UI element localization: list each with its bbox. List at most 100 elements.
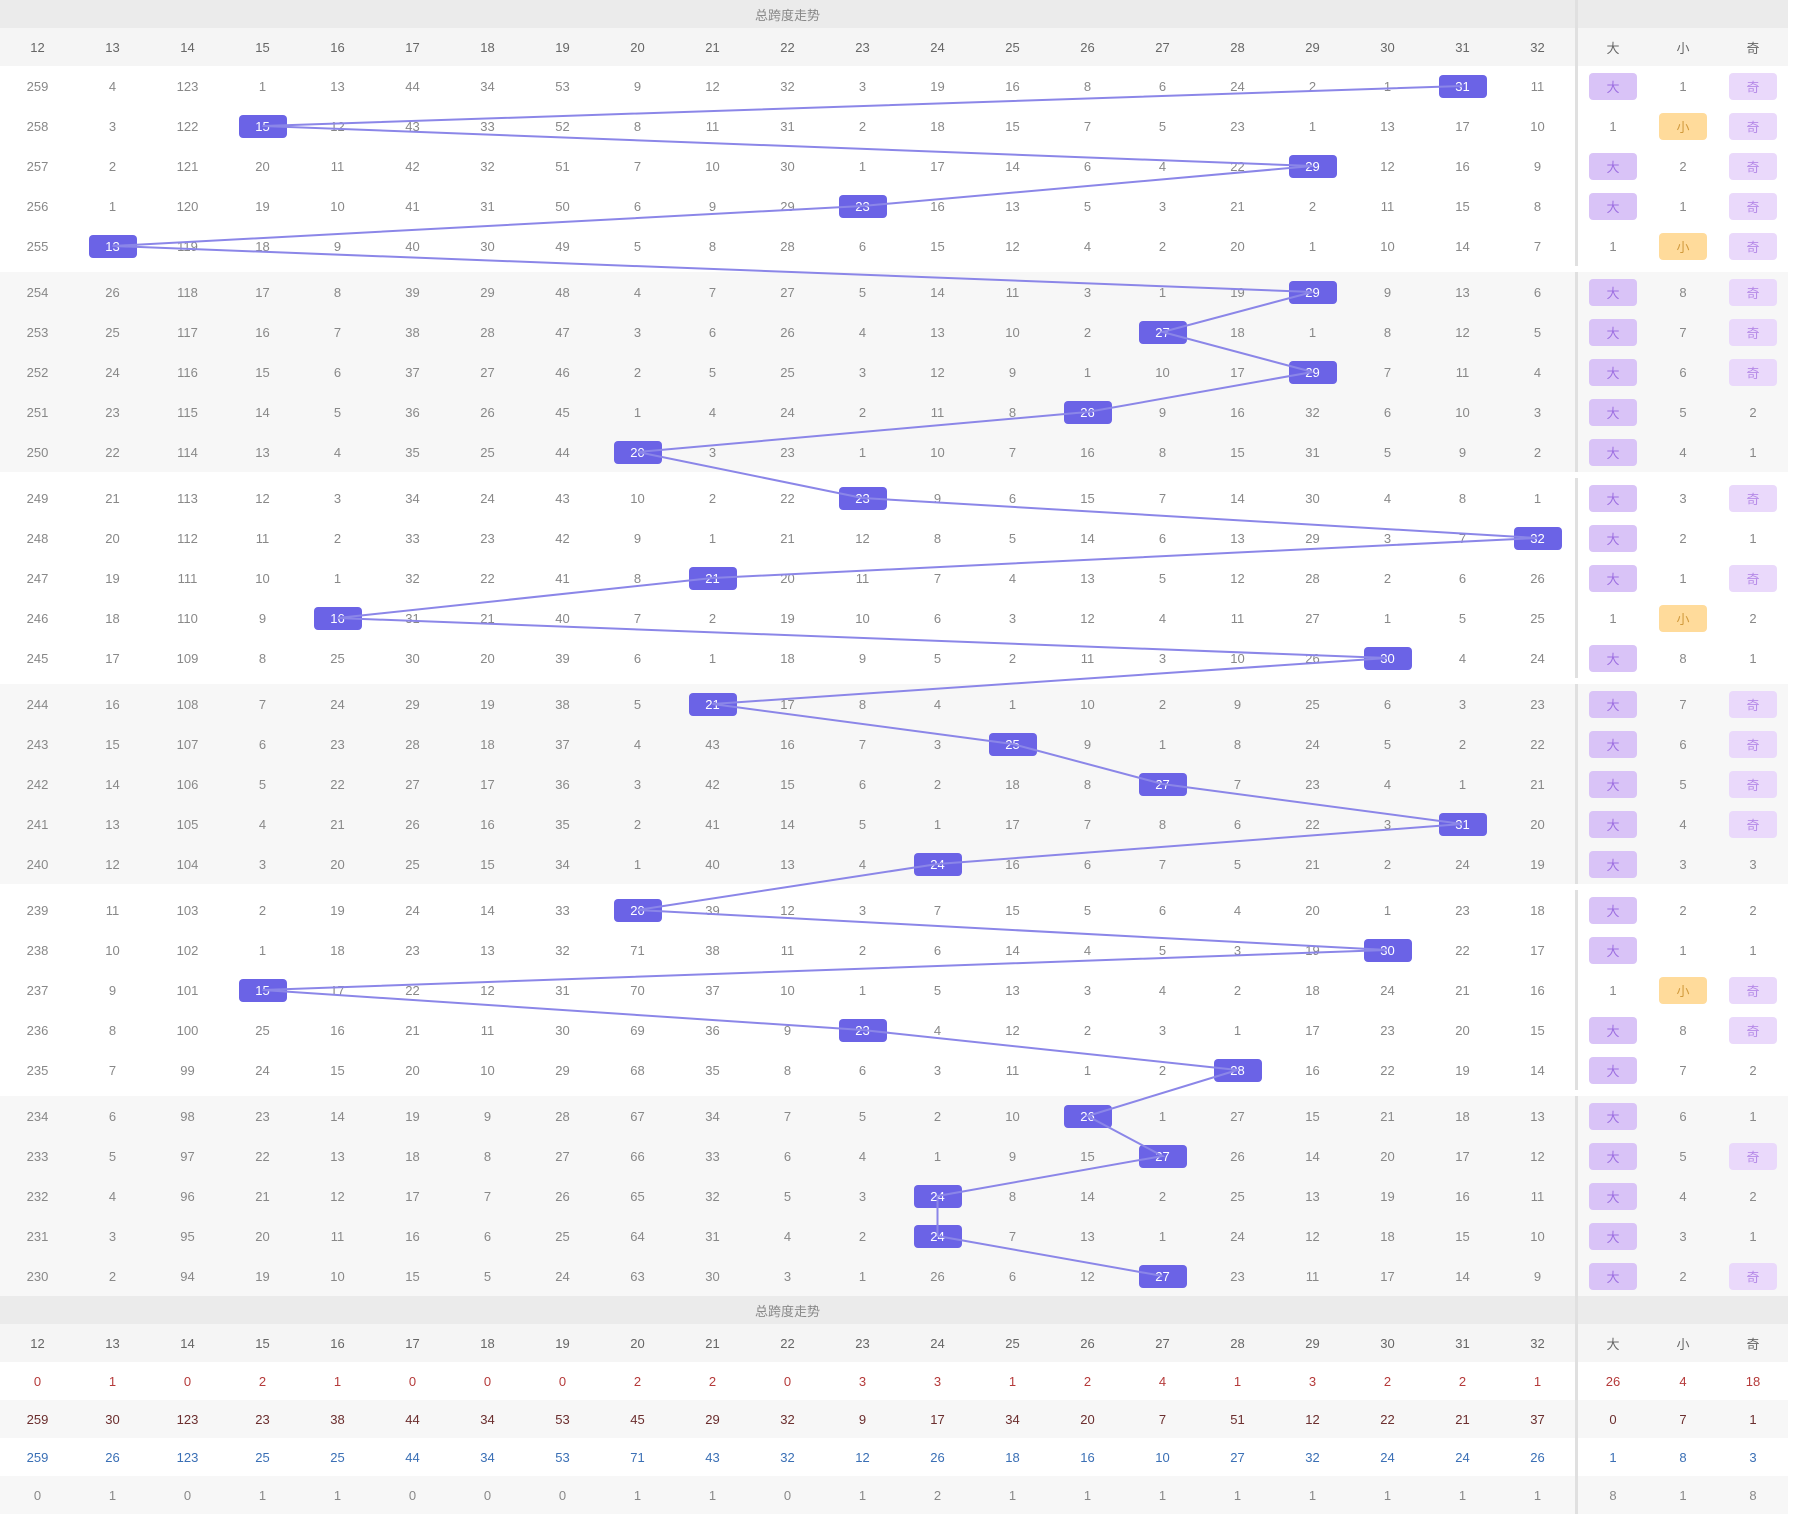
trend-cell: 116 [150,352,225,392]
trend-cell: 24 [225,1050,300,1090]
trend-cell: 20 [600,890,675,930]
trend-cell: 10 [750,970,825,1010]
indicator-cell: 2 [1648,146,1718,186]
trend-cell: 10 [975,1096,1050,1136]
trend-cell: 13 [1050,558,1125,598]
trend-cell: 13 [1050,1216,1125,1256]
trend-cell: 1 [225,930,300,970]
trend-cell: 2 [675,478,750,518]
trend-cell: 24 [450,478,525,518]
trend-cell: 24 [525,1256,600,1296]
trend-cell: 21 [375,1010,450,1050]
trend-cell: 21 [1275,844,1350,884]
col-header: 27 [1125,1324,1200,1362]
trend-cell: 45 [525,392,600,432]
trend-cell: 8 [75,1010,150,1050]
trend-cell: 1 [825,1256,900,1296]
stat-cell: 1 [1275,1476,1350,1514]
trend-cell: 10 [450,1050,525,1090]
trend-cell: 5 [825,804,900,844]
trend-cell: 9 [75,970,150,1010]
trend-cell: 1 [975,684,1050,724]
trend-cell: 1 [1275,106,1350,146]
trend-cell: 1 [1200,1010,1275,1050]
trend-cell: 33 [675,1136,750,1176]
trend-cell: 6 [1125,890,1200,930]
col-header: 20 [600,28,675,66]
trend-cell: 25 [975,724,1050,764]
trend-cell: 6 [900,598,975,638]
indicator-cell: 1 [1718,1216,1788,1256]
trend-cell: 24 [1350,970,1425,1010]
trend-cell: 6 [1500,272,1575,312]
trend-cell: 22 [75,432,150,472]
indicator-cell: 大 [1575,352,1648,392]
trend-cell: 15 [75,724,150,764]
trend-cell: 114 [150,432,225,472]
stat-cell: 2 [675,1362,750,1400]
trend-cell: 240 [0,844,75,884]
indicator-hit: 奇 [1729,319,1777,346]
col-header: 29 [1275,28,1350,66]
trend-cell: 7 [900,890,975,930]
indicator-cell: 5 [1648,392,1718,432]
col-header: 26 [1050,28,1125,66]
col-header: 14 [150,1324,225,1362]
stat-cell: 2 [1350,1362,1425,1400]
trend-cell: 7 [300,312,375,352]
indicator-cell: 6 [1648,1096,1718,1136]
indicator-cell: 奇 [1718,764,1788,804]
trend-cell: 6 [600,638,675,678]
chart-scroll[interactable]: 总跨度走势12131415161718192021222324252627282… [0,0,1797,1514]
trend-cell: 43 [375,106,450,146]
trend-cell: 17 [1425,106,1500,146]
indicator-hit: 奇 [1729,1017,1777,1044]
trend-hit: 26 [1064,1105,1112,1128]
col-header: 30 [1350,28,1425,66]
trend-cell: 29 [750,186,825,226]
trend-cell: 19 [750,598,825,638]
trend-cell: 115 [150,392,225,432]
trend-cell: 16 [375,1216,450,1256]
trend-cell: 6 [975,478,1050,518]
trend-cell: 29 [1275,518,1350,558]
stat-cell: 1 [675,1476,750,1514]
indicator-hit: 大 [1589,565,1637,592]
trend-cell: 28 [450,312,525,352]
trend-cell: 4 [1050,930,1125,970]
indicator-cell: 1 [1648,66,1718,106]
trend-cell: 9 [900,478,975,518]
trend-cell: 19 [75,558,150,598]
stat-cell: 10 [1125,1438,1200,1476]
trend-cell: 12 [750,890,825,930]
trend-cell: 9 [675,186,750,226]
trend-cell: 13 [1275,1176,1350,1216]
trend-cell: 25 [75,312,150,352]
indicator-header: 大 [1575,1324,1648,1362]
col-header: 26 [1050,1324,1125,1362]
trend-cell: 13 [300,66,375,106]
trend-cell: 14 [1500,1050,1575,1090]
trend-cell: 17 [1500,930,1575,970]
indicator-cell: 小 [1648,598,1718,638]
trend-cell: 2 [675,598,750,638]
trend-cell: 31 [750,106,825,146]
trend-cell: 26 [900,1256,975,1296]
trend-hit: 30 [1364,939,1412,962]
indicator-hit: 奇 [1729,771,1777,798]
stat-cell: 34 [975,1400,1050,1438]
indicator-cell: 奇 [1718,312,1788,352]
trend-cell: 15 [1500,1010,1575,1050]
indicator-hit: 奇 [1729,1143,1777,1170]
indicator-header: 小 [1648,1324,1718,1362]
trend-cell: 1 [1125,724,1200,764]
trend-cell: 5 [975,518,1050,558]
trend-cell: 1 [825,146,900,186]
indicator-hit: 大 [1589,937,1637,964]
trend-cell: 9 [300,226,375,266]
trend-cell: 5 [1350,724,1425,764]
trend-hit: 15 [239,979,287,1002]
trend-cell: 20 [1200,226,1275,266]
indicator-hit: 奇 [1729,113,1777,140]
stat-cell: 12 [825,1438,900,1476]
